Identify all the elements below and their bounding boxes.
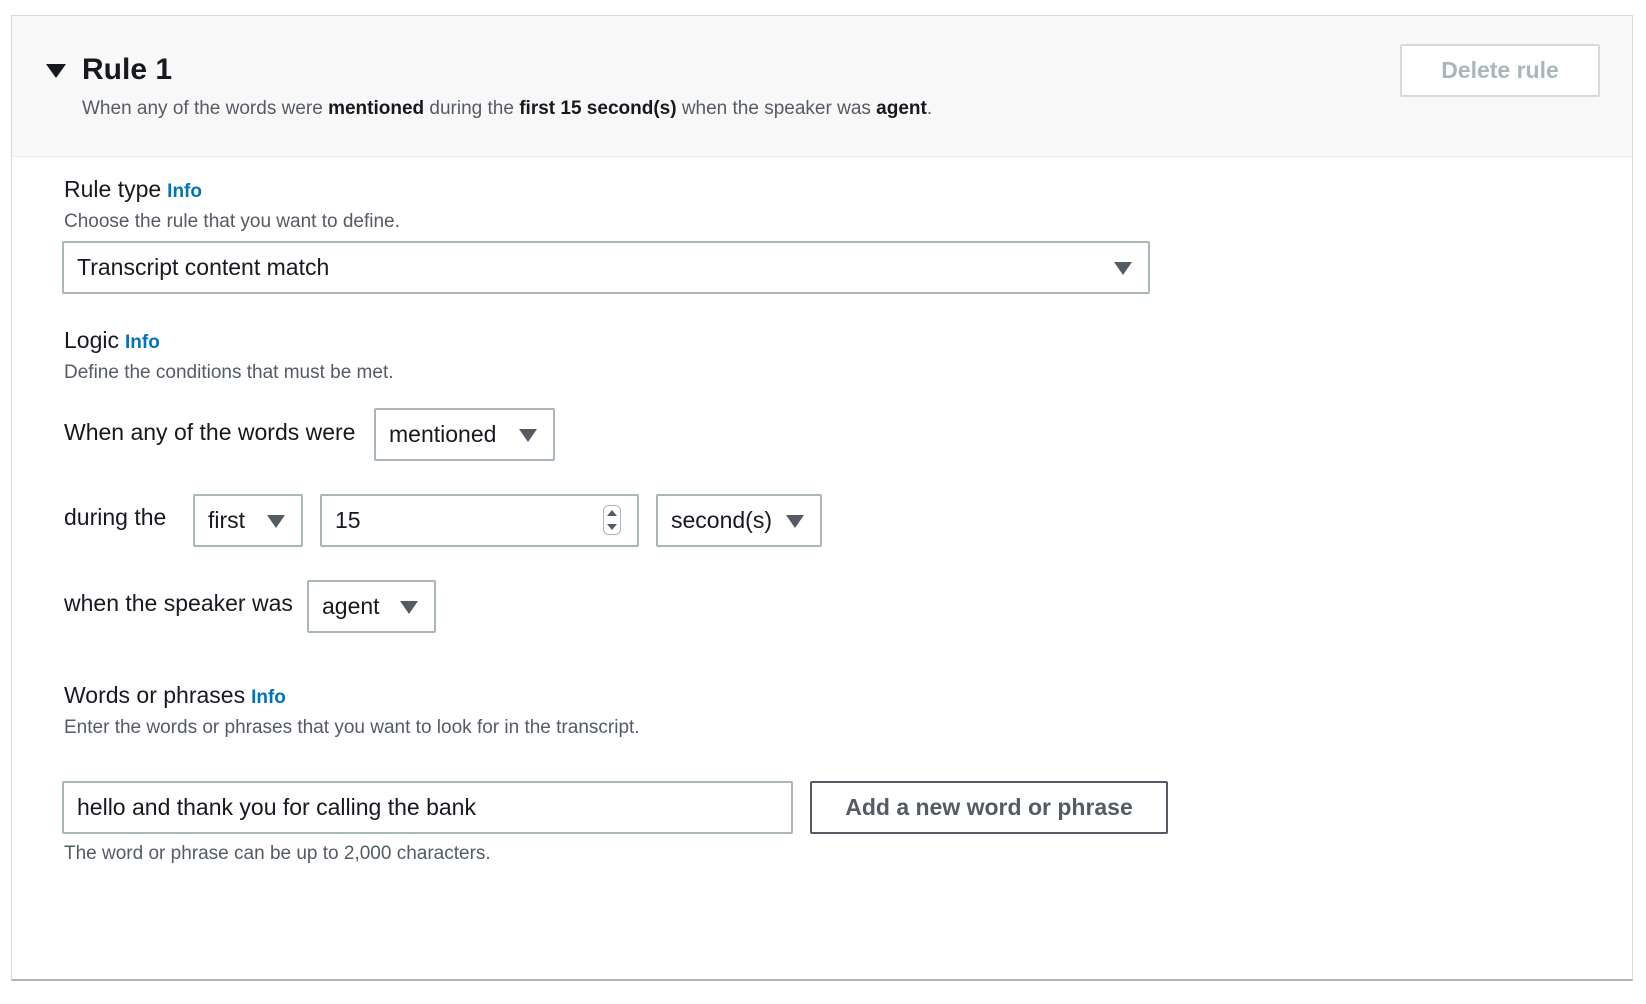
words-description: Enter the words or phrases that you want… [64, 717, 640, 738]
triangle-down-icon [267, 515, 285, 528]
number-spinner-icon[interactable] [603, 505, 621, 535]
unit-select[interactable]: second(s) [656, 494, 822, 547]
speaker-value: agent [322, 593, 380, 619]
rule-title: Rule 1 [82, 53, 173, 86]
logic-label-text: Logic [64, 327, 119, 353]
position-value: first [208, 507, 246, 533]
summary-text: during the [424, 98, 520, 119]
phrase-hint: The word or phrase can be up to 2,000 ch… [64, 843, 491, 864]
duration-value: 15 [335, 507, 361, 533]
triangle-down-icon [519, 429, 537, 442]
mention-value: mentioned [389, 421, 497, 447]
summary-text: When any of the words were [82, 98, 329, 119]
rule-summary: When any of the words were mentioned dur… [82, 98, 932, 120]
summary-timeframe: first 15 second(s) [519, 98, 677, 119]
caret-down-icon[interactable] [46, 64, 66, 78]
rule-type-select[interactable]: Transcript content match [62, 241, 1150, 294]
rule-header[interactable]: Rule 1 When any of the words were mentio… [12, 16, 1632, 157]
summary-mention: mentioned [328, 98, 425, 119]
speaker-label: when the speaker was [64, 590, 293, 616]
logic-label: Logic Info [64, 327, 160, 354]
during-label: during the [64, 504, 167, 530]
delete-rule-button[interactable]: Delete rule [1400, 44, 1600, 97]
summary-text: . [926, 98, 933, 119]
summary-speaker: agent [876, 98, 927, 119]
rule-type-label: Rule type Info [64, 176, 202, 203]
speaker-select[interactable]: agent [307, 580, 436, 633]
rule-type-description: Choose the rule that you want to define. [64, 211, 400, 232]
logic-description: Define the conditions that must be met. [64, 362, 394, 383]
duration-input[interactable]: 15 [320, 494, 639, 547]
spin-up-icon[interactable] [607, 510, 617, 516]
mention-select[interactable]: mentioned [374, 408, 555, 461]
words-label-text: Words or phrases [64, 682, 246, 708]
position-select[interactable]: first [193, 494, 303, 547]
words-info-link[interactable]: Info [251, 687, 286, 708]
summary-text: when the speaker was [676, 98, 877, 119]
words-condition-label: When any of the words were [64, 419, 356, 445]
logic-info-link[interactable]: Info [125, 332, 160, 353]
rule-type-info-link[interactable]: Info [167, 181, 202, 202]
rule-type-value: Transcript content match [77, 254, 330, 280]
spin-down-icon[interactable] [607, 524, 617, 530]
triangle-down-icon [1114, 262, 1132, 275]
words-label: Words or phrases Info [64, 682, 286, 709]
add-phrase-button[interactable]: Add a new word or phrase [810, 781, 1168, 834]
triangle-down-icon [786, 515, 804, 528]
rule-type-label-text: Rule type [64, 176, 162, 202]
triangle-down-icon [400, 601, 418, 614]
rule-panel: Rule 1 When any of the words were mentio… [11, 15, 1633, 981]
phrase-input[interactable] [62, 781, 793, 834]
unit-value: second(s) [671, 507, 772, 533]
